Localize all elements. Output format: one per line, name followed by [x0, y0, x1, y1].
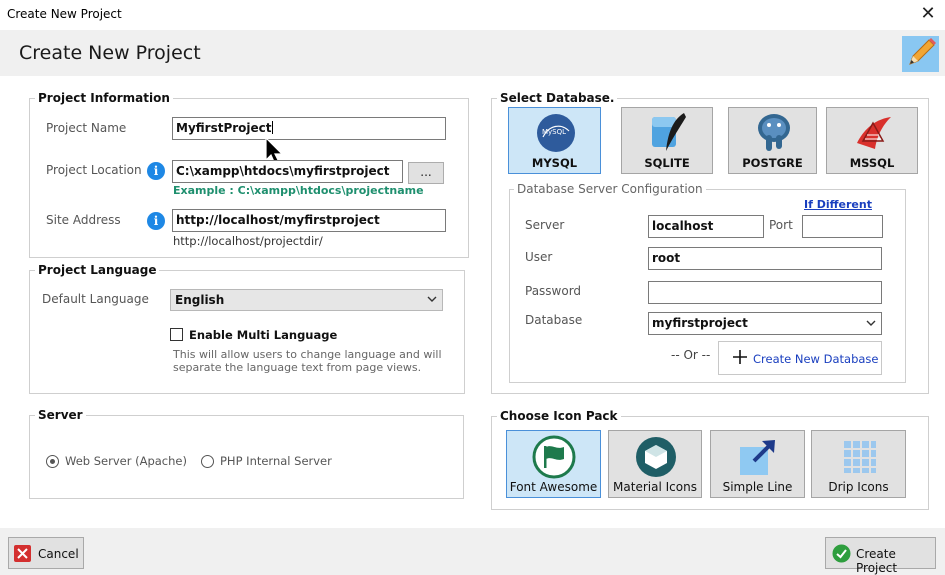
- create-database-label: Create New Database: [753, 352, 879, 366]
- db-option-mysql[interactable]: MySQL MYSQL: [508, 107, 601, 174]
- page-title: Create New Project: [19, 42, 201, 64]
- close-icon[interactable]: ✕: [918, 4, 938, 24]
- chevron-down-icon: [427, 293, 437, 308]
- password-label: Password: [525, 284, 582, 298]
- browse-button[interactable]: ...: [408, 162, 444, 184]
- db-option-postgre-label: POSTGRE: [742, 156, 803, 170]
- database-select[interactable]: myfirstproject: [648, 312, 882, 335]
- server-radio-php[interactable]: [201, 455, 214, 468]
- user-input[interactable]: root: [648, 247, 882, 270]
- icon-pack-simple-line[interactable]: Simple Line: [710, 430, 805, 498]
- arrow-up-right-icon: [738, 437, 778, 480]
- dialog-footer: [0, 528, 945, 575]
- chevron-down-icon: [866, 317, 876, 332]
- icon-pack-font-awesome-label: Font Awesome: [509, 480, 598, 494]
- project-name-value: MyfirstProject: [176, 121, 272, 135]
- db-option-sqlite[interactable]: SQLITE: [621, 107, 713, 174]
- port-label: Port: [769, 218, 793, 232]
- default-language-label: Default Language: [42, 292, 149, 306]
- create-project-button[interactable]: Create Project: [825, 537, 936, 575]
- multi-language-hint-line1: This will allow users to change language…: [173, 348, 442, 361]
- mssql-icon: [853, 113, 895, 156]
- pencil-icon: [902, 36, 939, 72]
- window-title: Create New Project: [7, 7, 122, 21]
- project-language-title: Project Language: [35, 263, 160, 277]
- icon-pack-title: Choose Icon Pack: [497, 409, 621, 423]
- sqlite-icon: [648, 111, 690, 158]
- dialog-header: Create New Project: [0, 30, 945, 76]
- icon-pack-drip-label: Drip Icons: [828, 480, 889, 494]
- icon-pack-font-awesome[interactable]: Font Awesome: [506, 430, 601, 498]
- mysql-logo-text: MySQL: [542, 128, 567, 136]
- project-location-input[interactable]: C:\xampp\htdocs\myfirstproject: [172, 160, 403, 183]
- server-label: Server: [525, 218, 565, 232]
- project-name-input[interactable]: MyfirstProject: [172, 117, 446, 140]
- info-icon[interactable]: i: [147, 162, 165, 180]
- password-input[interactable]: [648, 281, 882, 304]
- port-input[interactable]: [802, 215, 883, 238]
- site-address-input[interactable]: http://localhost/myfirstproject: [172, 209, 446, 232]
- database-label: Database: [525, 313, 583, 327]
- db-option-mssql[interactable]: MSSQL: [826, 107, 918, 174]
- db-config-title: Database Server Configuration: [514, 182, 706, 196]
- project-name-label: Project Name: [46, 121, 127, 135]
- project-information-title: Project Information: [35, 91, 173, 105]
- postgresql-icon: [752, 111, 796, 158]
- multi-language-checkbox[interactable]: [170, 328, 183, 341]
- server-title: Server: [35, 408, 86, 422]
- icon-pack-simple-line-label: Simple Line: [722, 480, 793, 494]
- default-language-select[interactable]: English: [170, 289, 443, 311]
- db-option-mysql-label: MYSQL: [531, 156, 578, 170]
- database-title: Select Database.: [497, 91, 618, 105]
- window-titlebar: Create New Project ✕: [0, 0, 945, 30]
- if-different-link[interactable]: If Different: [804, 198, 872, 211]
- location-example: Example : C:\xampp\htdocs\projectname: [173, 184, 424, 197]
- site-address-label: Site Address: [46, 213, 121, 227]
- cancel-label: Cancel: [38, 547, 79, 561]
- cancel-button[interactable]: Cancel: [8, 537, 84, 569]
- icon-pack-drip[interactable]: Drip Icons: [811, 430, 906, 498]
- icon-pack-material-label: Material Icons: [613, 480, 697, 494]
- check-icon: [832, 544, 851, 566]
- site-address-example: http://localhost/projectdir/: [173, 234, 323, 248]
- server-input[interactable]: localhost: [648, 215, 764, 238]
- project-location-label: Project Location: [46, 163, 142, 177]
- icon-pack-material[interactable]: Material Icons: [608, 430, 702, 498]
- user-label: User: [525, 250, 553, 264]
- db-option-mssql-label: MSSQL: [849, 156, 895, 170]
- create-project-label: Create Project: [856, 547, 898, 575]
- plus-icon: [732, 349, 748, 368]
- info-icon[interactable]: i: [147, 212, 165, 230]
- flag-icon: [532, 435, 576, 482]
- multi-language-hint-line2: separate the language text from page vie…: [173, 361, 422, 374]
- create-database-button[interactable]: Create New Database: [718, 341, 882, 375]
- multi-language-label: Enable Multi Language: [189, 328, 338, 342]
- server-option-apache: Web Server (Apache): [65, 454, 187, 468]
- db-option-sqlite-label: SQLITE: [644, 156, 690, 170]
- material-cube-icon: [634, 435, 678, 482]
- default-language-value: English: [175, 293, 225, 307]
- server-radio-apache[interactable]: [46, 455, 59, 468]
- cancel-icon: [14, 545, 31, 565]
- database-value: myfirstproject: [652, 316, 748, 330]
- db-option-postgre[interactable]: POSTGRE: [728, 107, 817, 174]
- server-option-php: PHP Internal Server: [220, 454, 332, 468]
- grid-icon: [842, 439, 878, 478]
- or-separator: -- Or --: [671, 348, 711, 362]
